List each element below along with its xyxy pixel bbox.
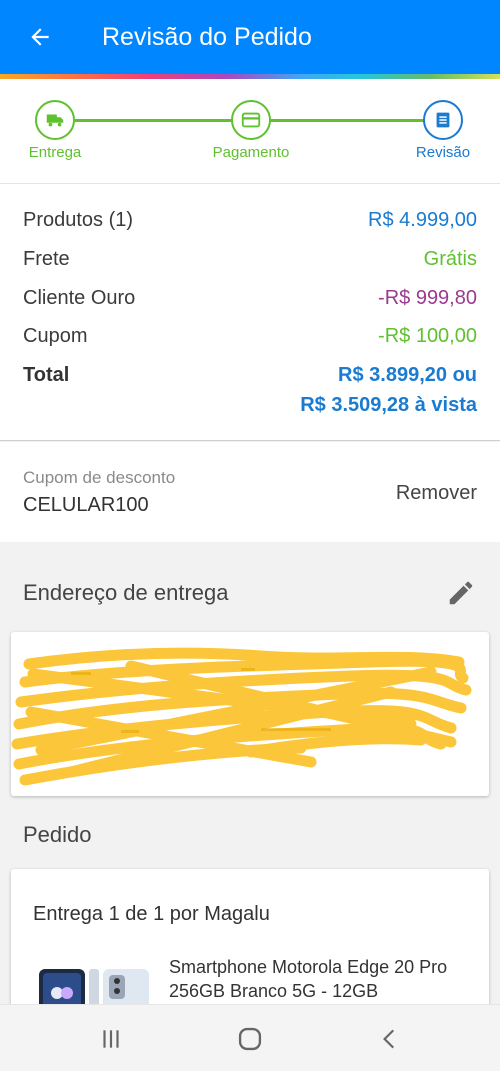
truck-icon xyxy=(46,114,64,127)
checkout-stepper: Entrega Pagamento Revisão xyxy=(0,79,500,183)
recent-apps-button[interactable] xyxy=(95,1023,127,1055)
summary-row-gold-client: Cliente Ouro -R$ 999,80 xyxy=(23,287,477,310)
total-value-installment: R$ 3.899,20 ou xyxy=(338,364,477,386)
app-bar: Revisão do Pedido xyxy=(0,0,500,74)
back-button[interactable] xyxy=(20,17,60,57)
pencil-icon xyxy=(449,581,473,605)
summary-label: Produtos (1) xyxy=(23,209,134,231)
summary-row-products: Produtos (1) R$ 4.999,00 xyxy=(23,209,477,232)
step-entrega[interactable]: Entrega xyxy=(0,100,115,161)
receipt-icon xyxy=(436,112,450,128)
delivery-header: Entrega 1 de 1 por Magalu xyxy=(33,903,270,925)
total-label: Total xyxy=(23,364,70,386)
system-back-button[interactable] xyxy=(374,1023,406,1055)
summary-value: -R$ 999,80 xyxy=(378,287,477,309)
home-button[interactable] xyxy=(234,1023,266,1055)
order-summary: Produtos (1) R$ 4.999,00 Frete Grátis Cl… xyxy=(0,183,500,441)
summary-label: Frete xyxy=(23,248,70,270)
chevron-left-icon xyxy=(383,1029,395,1049)
summary-label: Cupom xyxy=(23,325,88,347)
total-value-cash: R$ 3.509,28 à vista xyxy=(300,394,477,416)
order-section-title: Pedido xyxy=(23,822,92,847)
redaction-scribble xyxy=(11,647,472,786)
summary-value: Grátis xyxy=(423,248,477,270)
summary-row-total: Total R$ 3.899,20 ou R$ 3.509,28 à vista xyxy=(23,360,477,420)
step-pagamento[interactable]: Pagamento xyxy=(191,100,311,161)
recent-apps-icon xyxy=(103,1030,119,1048)
address-card[interactable] xyxy=(11,632,489,796)
arrow-left-icon xyxy=(31,28,49,46)
remove-coupon-button[interactable]: Remover xyxy=(396,482,477,505)
summary-row-coupon: Cupom -R$ 100,00 xyxy=(23,325,477,348)
summary-value: -R$ 100,00 xyxy=(378,325,477,347)
coupon-code: CELULAR100 xyxy=(23,494,149,516)
product-name[interactable]: Smartphone Motorola Edge 20 Pro 256GB Br… xyxy=(169,955,469,1003)
edit-address-button[interactable] xyxy=(446,578,476,608)
card-icon xyxy=(241,112,261,128)
address-section-title: Endereço de entrega xyxy=(23,580,229,605)
summary-row-shipping: Frete Grátis xyxy=(23,248,477,271)
system-navigation-bar xyxy=(0,1004,500,1071)
step-label: Entrega xyxy=(28,144,82,161)
summary-value: R$ 4.999,00 xyxy=(368,209,477,231)
page-title: Revisão do Pedido xyxy=(102,22,312,51)
step-label: Pagamento xyxy=(212,144,290,161)
summary-label: Cliente Ouro xyxy=(23,287,136,309)
coupon-caption: Cupom de desconto xyxy=(23,468,176,487)
home-icon xyxy=(238,1027,262,1051)
step-label: Revisão xyxy=(415,144,471,161)
coupon-section: Cupom de desconto CELULAR100 Remover xyxy=(0,442,500,542)
step-revisao[interactable]: Revisão xyxy=(383,100,500,161)
total-value: R$ 3.899,20 ou R$ 3.509,28 à vista xyxy=(300,360,477,420)
